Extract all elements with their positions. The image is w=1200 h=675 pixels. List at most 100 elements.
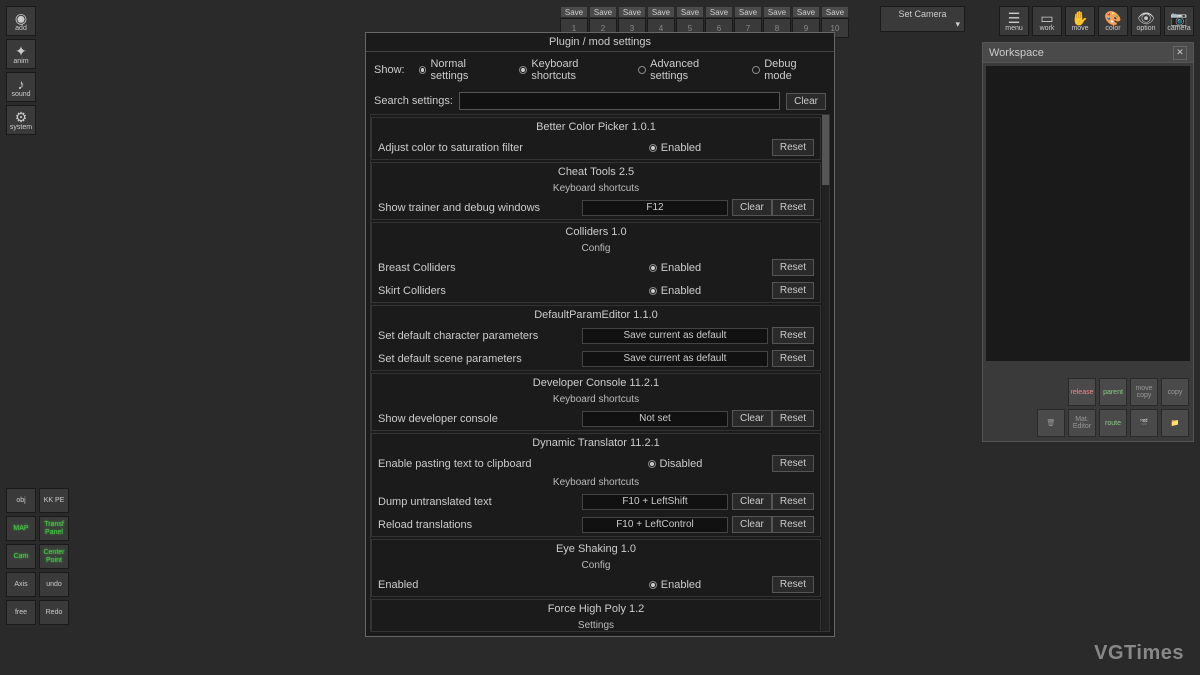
reset-button[interactable]: Reset [772,410,814,427]
camera-tool[interactable]: 📷camera [1164,6,1194,36]
movecopy-btn[interactable]: move copy [1130,378,1158,406]
setting-row: Dump untranslated textF10 + LeftShiftCle… [372,490,820,513]
add-tool-label: add [15,25,27,32]
toggle-value[interactable]: Disabled [578,458,772,470]
chevron-down-icon: ▾ [955,19,960,30]
kkpe-btn[interactable]: KK PE [39,488,69,513]
reset-button[interactable]: Reset [772,516,814,533]
redo-btn[interactable]: Redo [39,600,69,625]
workspace-panel: Workspace ✕ releaseparentmove copycopy 🗑… [982,42,1194,442]
undo-btn[interactable]: undo [39,572,69,597]
setting-label: Show developer console [378,413,578,425]
reset-button[interactable]: Reset [772,259,814,276]
mode-shortcuts[interactable]: Keyboard shortcuts [519,58,624,82]
workspace-title: Workspace [989,47,1044,59]
set-camera-label: Set Camera [898,9,946,19]
save-button-5[interactable]: Save [676,6,704,18]
clear-button[interactable]: Clear [732,516,772,533]
obj-btn[interactable]: obj [6,488,36,513]
map-btn[interactable]: MAP [6,516,36,541]
parent-btn[interactable]: parent [1099,378,1127,406]
reset-button[interactable]: Reset [772,282,814,299]
setting-row: Set default character parametersSave cur… [372,324,820,347]
anim-tool[interactable]: ✦anim [6,39,36,69]
setting-row: EnabledEnabledReset [372,573,820,596]
value-field[interactable]: F10 + LeftShift [582,494,728,510]
set-camera-dropdown[interactable]: Set Camera ▾ [880,6,965,32]
route-btn[interactable]: route [1099,409,1127,437]
axis-btn[interactable]: Axis [6,572,36,597]
cam-btn[interactable]: Cam [6,544,36,569]
workspace-scrollbar[interactable] [986,364,1190,374]
workspace-header: Workspace ✕ [983,43,1193,63]
watermark: VGTimes [1094,642,1184,665]
reset-button[interactable]: Reset [772,350,814,367]
clear-button[interactable]: Clear [732,410,772,427]
dialog-body: Better Color Picker 1.0.1Adjust color to… [370,114,830,632]
transparent-btn[interactable]: Transf Panel [39,516,69,541]
reset-button[interactable]: Reset [772,199,814,216]
delete-btn[interactable]: 🗑 [1037,409,1065,437]
toggle-value[interactable]: Enabled [578,262,772,274]
mode-debug[interactable]: Debug mode [752,58,826,82]
reset-button[interactable]: Reset [772,327,814,344]
center-btn[interactable]: Center Point [39,544,69,569]
save-button-1[interactable]: Save [560,6,588,18]
save-button-4[interactable]: Save [647,6,675,18]
scroll-thumb[interactable] [822,115,829,185]
value-field[interactable]: F12 [582,200,728,216]
reset-button[interactable]: Reset [772,139,814,156]
search-row: Search settings: Clear [366,88,834,114]
sound-tool[interactable]: ♪sound [6,72,36,102]
free-btn[interactable]: free [6,600,36,625]
release-btn[interactable]: release [1068,378,1096,406]
section: DefaultParamEditor 1.1.0Set default char… [371,305,821,371]
bottom-left-grid: objKK PEMAPTransf PanelCamCenter PointAx… [6,488,69,625]
save-button-2[interactable]: Save [589,6,617,18]
setting-label: Reload translations [378,519,578,531]
toggle-value[interactable]: Enabled [578,579,772,591]
setting-row: Enable pasting text to clipboardDisabled… [372,452,820,475]
show-label: Show: [374,64,405,76]
system-tool[interactable]: ⚙system [6,105,36,135]
option-tool[interactable]: 👁option [1131,6,1161,36]
copy-btn[interactable]: copy [1161,378,1189,406]
menu-tool[interactable]: ☰menu [999,6,1029,36]
clear-search-button[interactable]: Clear [786,93,826,110]
search-input[interactable] [459,92,780,110]
reset-button[interactable]: Reset [772,576,814,593]
scrollbar[interactable] [822,115,829,631]
section-title: Eye Shaking 1.0 [372,540,820,558]
save-button-10[interactable]: Save [821,6,849,18]
save-button-9[interactable]: Save [792,6,820,18]
clear-button[interactable]: Clear [732,199,772,216]
save-button-3[interactable]: Save [618,6,646,18]
value-field[interactable]: Save current as default [582,351,768,367]
setting-label: Enable pasting text to clipboard [378,458,578,470]
clear-button[interactable]: Clear [732,493,772,510]
work-tool[interactable]: ▭work [1032,6,1062,36]
mat-editor-btn[interactable]: Mat. Editor [1068,409,1096,437]
folder-btn[interactable]: 📁 [1161,409,1189,437]
color-tool-icon: 🎨 [1104,11,1121,25]
toggle-value[interactable]: Enabled [578,285,772,297]
camera-tool-icon: 📷 [1170,11,1187,25]
save-button-7[interactable]: Save [734,6,762,18]
move-tool[interactable]: ✋move [1065,6,1095,36]
left-sidebar: ◉add✦anim♪sound⚙system [6,6,36,135]
section-title: Better Color Picker 1.0.1 [372,118,820,136]
toggle-value[interactable]: Enabled [578,142,772,154]
value-field[interactable]: F10 + LeftControl [582,517,728,533]
value-field[interactable]: Save current as default [582,328,768,344]
value-field[interactable]: Not set [582,411,728,427]
camera-ws-btn[interactable]: 🎬 [1130,409,1158,437]
mode-normal[interactable]: Normal settings [419,58,506,82]
save-button-6[interactable]: Save [705,6,733,18]
add-tool[interactable]: ◉add [6,6,36,36]
save-button-8[interactable]: Save [763,6,791,18]
reset-button[interactable]: Reset [772,455,814,472]
mode-advanced[interactable]: Advanced settings [638,58,738,82]
close-icon[interactable]: ✕ [1173,46,1187,60]
color-tool[interactable]: 🎨color [1098,6,1128,36]
reset-button[interactable]: Reset [772,493,814,510]
